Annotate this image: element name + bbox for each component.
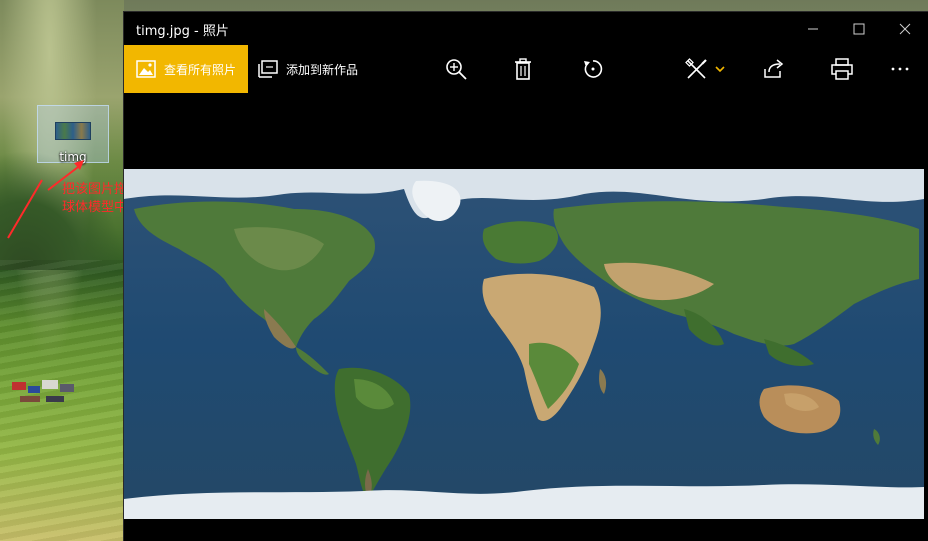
print-icon <box>831 58 853 80</box>
desktop-houses <box>12 380 74 402</box>
share-icon <box>764 59 784 78</box>
window-title: timg.jpg - 照片 <box>136 24 229 39</box>
maximize-button[interactable] <box>836 12 882 45</box>
see-all-photos-button[interactable]: 查看所有照片 <box>124 45 248 93</box>
add-creation-icon <box>258 60 278 78</box>
zoom-in-icon <box>446 59 467 80</box>
photo-viewer[interactable] <box>124 93 928 541</box>
title-bar[interactable]: timg.jpg - 照片 <box>124 12 928 45</box>
close-icon <box>899 23 911 34</box>
rotate-button[interactable] <box>579 45 607 93</box>
share-button[interactable] <box>762 45 786 93</box>
toolbar: 查看所有照片 添加到新作品 <box>124 45 928 93</box>
photos-icon <box>136 60 156 78</box>
chevron-down-icon <box>715 66 725 73</box>
photos-window: timg.jpg - 照片 查看所有照片 添加到新作品 <box>124 12 928 541</box>
world-map-image <box>124 169 924 519</box>
edit-create-button[interactable] <box>684 45 726 93</box>
close-button[interactable] <box>882 12 928 45</box>
zoom-in-button[interactable] <box>442 45 470 93</box>
maximize-icon <box>853 23 865 34</box>
image-thumbnail-icon <box>55 122 91 140</box>
more-icon <box>891 67 909 71</box>
add-to-creation-label: 添加到新作品 <box>286 62 359 77</box>
delete-icon <box>515 58 531 80</box>
minimize-icon <box>808 28 818 29</box>
edit-create-icon <box>685 58 707 79</box>
more-options-button[interactable] <box>888 45 912 93</box>
add-to-creation-button[interactable]: 添加到新作品 <box>258 45 358 93</box>
rotate-icon <box>584 60 603 78</box>
minimize-button[interactable] <box>790 12 836 45</box>
delete-button[interactable] <box>510 45 536 93</box>
print-button[interactable] <box>830 45 854 93</box>
see-all-photos-label: 查看所有照片 <box>164 62 237 77</box>
